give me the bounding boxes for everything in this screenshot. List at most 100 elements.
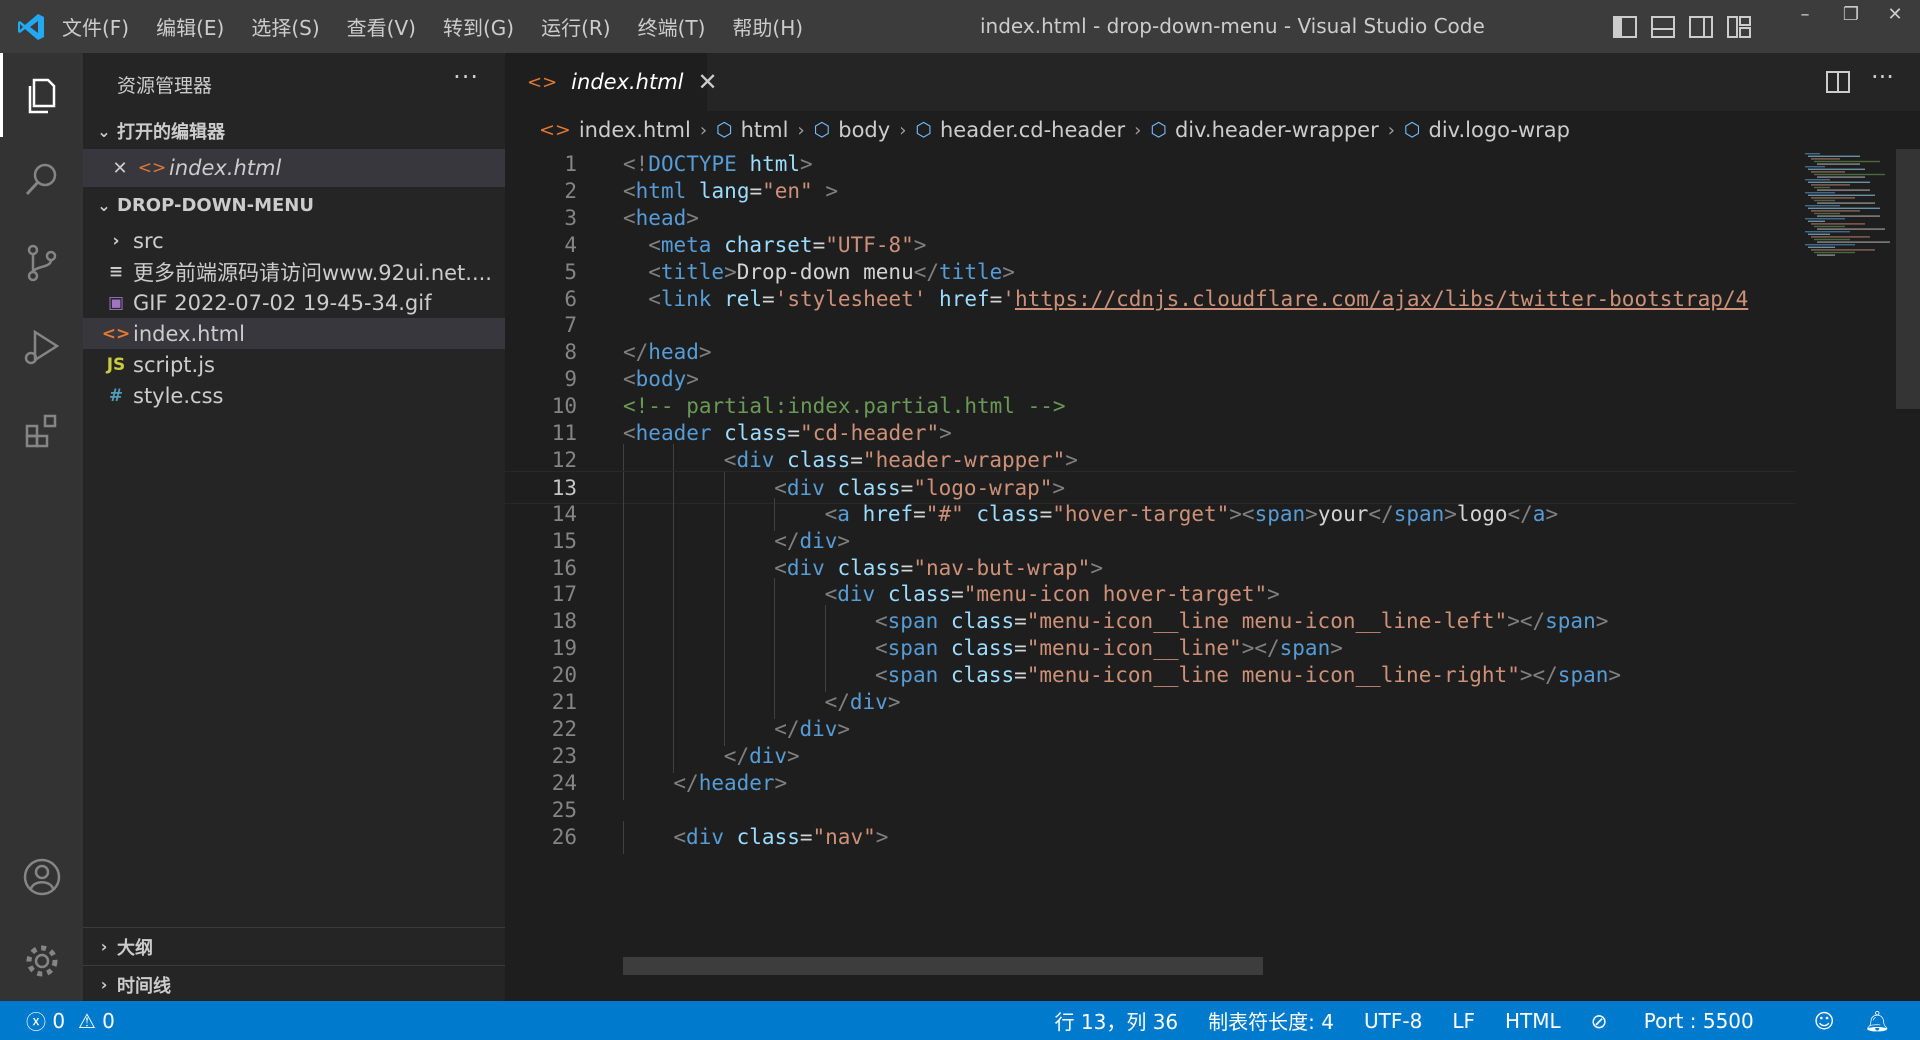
breadcrumb-separator-icon: ›	[1134, 119, 1142, 141]
split-editor-icon[interactable]	[1825, 69, 1851, 95]
open-editors-section[interactable]: ⌄ 打开的编辑器	[83, 113, 505, 149]
minimap-line	[1808, 207, 1880, 209]
explorer-activity[interactable]	[0, 53, 83, 137]
menu-item-0[interactable]: 文件(F)	[62, 12, 129, 41]
tree-item[interactable]: ▣ GIF 2022-07-02 19-45-34.gif	[83, 287, 505, 318]
minimap-line	[1817, 189, 1870, 191]
horizontal-scrollbar[interactable]	[623, 957, 1263, 975]
tree-item[interactable]: # style.css	[83, 380, 505, 411]
tree-item[interactable]: › src	[83, 225, 505, 256]
tree-item-label: 更多前端源码请访问www.92ui.net....	[133, 260, 492, 285]
symbol-element-icon: ⬡	[716, 119, 733, 141]
menu-item-3[interactable]: 查看(V)	[347, 12, 416, 41]
tree-item[interactable]: ≡ 更多前端源码请访问www.92ui.net....	[83, 256, 505, 287]
title-bar: 文件(F) 编辑(E) 选择(S) 查看(V) 转到(G) 运行(R) 终端(T) 帮助(H)…	[0, 0, 1920, 53]
problems-indicator[interactable]: ⓧ 0 ⚠ 0	[26, 1001, 115, 1040]
breadcrumb-item[interactable]: header.cd-header	[940, 118, 1125, 142]
minimap-line	[1817, 202, 1875, 204]
toggle-panel-icon[interactable]	[1650, 15, 1676, 39]
explorer-sidebar: 资源管理器 ··· ⌄ 打开的编辑器 ✕ <> index.html ⌄ DRO…	[83, 53, 505, 1001]
language-mode[interactable]: HTML	[1505, 1009, 1561, 1033]
menu-item-7[interactable]: 帮助(H)	[732, 12, 803, 41]
minimap-line	[1811, 184, 1850, 186]
minimap[interactable]	[1800, 149, 1895, 1001]
accounts-activity[interactable]	[0, 835, 83, 919]
tree-item[interactable]: JS script.js	[83, 349, 505, 380]
status-bar: ⓧ 0 ⚠ 0 行 13，列 36 制表符长度: 4 UTF-8 LF HTML…	[0, 1001, 1920, 1040]
minimap-preview	[1805, 153, 1890, 256]
source-control-activity[interactable]	[0, 221, 83, 305]
minimap-line	[1817, 254, 1835, 256]
search-activity[interactable]	[0, 137, 83, 221]
tab-label: index.html	[571, 70, 684, 94]
run-debug-icon	[24, 329, 59, 365]
code-editor[interactable]: 1 <!DOCTYPE html> 2 <html lang="en" >3 <head…	[505, 149, 1795, 1001]
minimap-line	[1814, 199, 1835, 202]
menu-item-2[interactable]: 选择(S)	[251, 12, 319, 41]
notifications-bell-icon[interactable]: 🔔︎	[1865, 1009, 1890, 1033]
minimap-line	[1811, 236, 1870, 238]
breadcrumb-item[interactable]: index.html	[579, 118, 691, 142]
explorer-header: 资源管理器 ···	[83, 53, 505, 111]
restore-button[interactable]: ❐	[1826, 0, 1876, 30]
close-tab-icon[interactable]: ✕	[698, 68, 718, 96]
minimap-line	[1814, 186, 1830, 189]
symbol-element-icon: ⬡	[1150, 119, 1167, 141]
css-file-icon: #	[108, 385, 124, 406]
editor-more-actions-icon[interactable]: ···	[1871, 63, 1894, 91]
tab-index-html[interactable]: <> index.html ✕	[505, 53, 718, 111]
tree-item[interactable]: <> index.html	[83, 318, 505, 349]
indent-guide	[623, 820, 624, 854]
timeline-label: 时间线	[117, 975, 171, 997]
minimap-line	[1817, 241, 1890, 243]
extensions-activity[interactable]	[0, 389, 83, 473]
html-file-icon: <>	[539, 119, 571, 141]
minimap-line	[1811, 210, 1860, 212]
encoding[interactable]: UTF-8	[1364, 1009, 1422, 1033]
vertical-scrollbar[interactable]	[1896, 149, 1920, 1001]
chevron-down-icon: ⌄	[97, 195, 111, 215]
toggle-secondary-sidebar-icon[interactable]	[1688, 15, 1714, 39]
menu-item-5[interactable]: 运行(R)	[541, 12, 611, 41]
minimize-button[interactable]: –	[1780, 0, 1830, 30]
window-title: index.html - drop-down-menu - Visual Stu…	[980, 14, 1485, 38]
breadcrumb-item[interactable]: div.logo-wrap	[1429, 118, 1570, 142]
close-window-button[interactable]: ✕	[1870, 0, 1920, 30]
outline-section[interactable]: › 大纲	[83, 927, 505, 965]
scrollbar-thumb[interactable]	[1896, 149, 1920, 409]
breadcrumb-item[interactable]: div.header-wrapper	[1175, 118, 1379, 142]
minimap-line	[1814, 238, 1850, 241]
line-number: 26	[551, 824, 577, 849]
minimap-line	[1808, 194, 1875, 196]
minimap-line	[1805, 179, 1830, 181]
end-of-line[interactable]: LF	[1452, 1009, 1475, 1033]
minimap-line	[1808, 220, 1825, 222]
tab-size[interactable]: 制表符长度: 4	[1208, 1006, 1334, 1035]
html-file-icon: <>	[137, 158, 167, 178]
menu-item-1[interactable]: 编辑(E)	[156, 12, 224, 41]
code-line[interactable]: 26 <div class="nav">	[505, 820, 1795, 854]
menu-item-6[interactable]: 终端(T)	[638, 12, 706, 41]
error-icon: ⓧ	[26, 1010, 46, 1034]
run-debug-activity[interactable]	[0, 305, 83, 389]
open-editor-item[interactable]: ✕ <> index.html	[83, 149, 505, 187]
live-server-port[interactable]: ⊘ Port : 5500	[1591, 1009, 1784, 1033]
toggle-primary-sidebar-icon[interactable]	[1612, 15, 1638, 39]
cursor-position[interactable]: 行 13，列 36	[1055, 1006, 1179, 1035]
minimap-line	[1817, 215, 1880, 217]
customize-layout-icon[interactable]	[1726, 15, 1752, 39]
no-entry-icon: ⊘	[1590, 1008, 1608, 1033]
extensions-icon	[25, 414, 56, 448]
timeline-section[interactable]: › 时间线	[83, 965, 505, 1003]
feedback-icon[interactable]: ☺	[1814, 1009, 1835, 1033]
minimap-line	[1817, 163, 1860, 165]
close-icon[interactable]: ✕	[105, 158, 135, 179]
open-editors-label: 打开的编辑器	[117, 122, 225, 143]
breadcrumb-item[interactable]: html	[741, 118, 789, 142]
menu-item-4[interactable]: 转到(G)	[443, 12, 514, 41]
breadcrumb-separator-icon: ›	[899, 119, 907, 141]
breadcrumb-item[interactable]: body	[838, 118, 890, 142]
manage-activity[interactable]	[0, 919, 83, 1003]
more-actions-icon[interactable]: ···	[453, 63, 479, 91]
project-section[interactable]: ⌄ DROP-DOWN-MENU	[83, 187, 505, 223]
